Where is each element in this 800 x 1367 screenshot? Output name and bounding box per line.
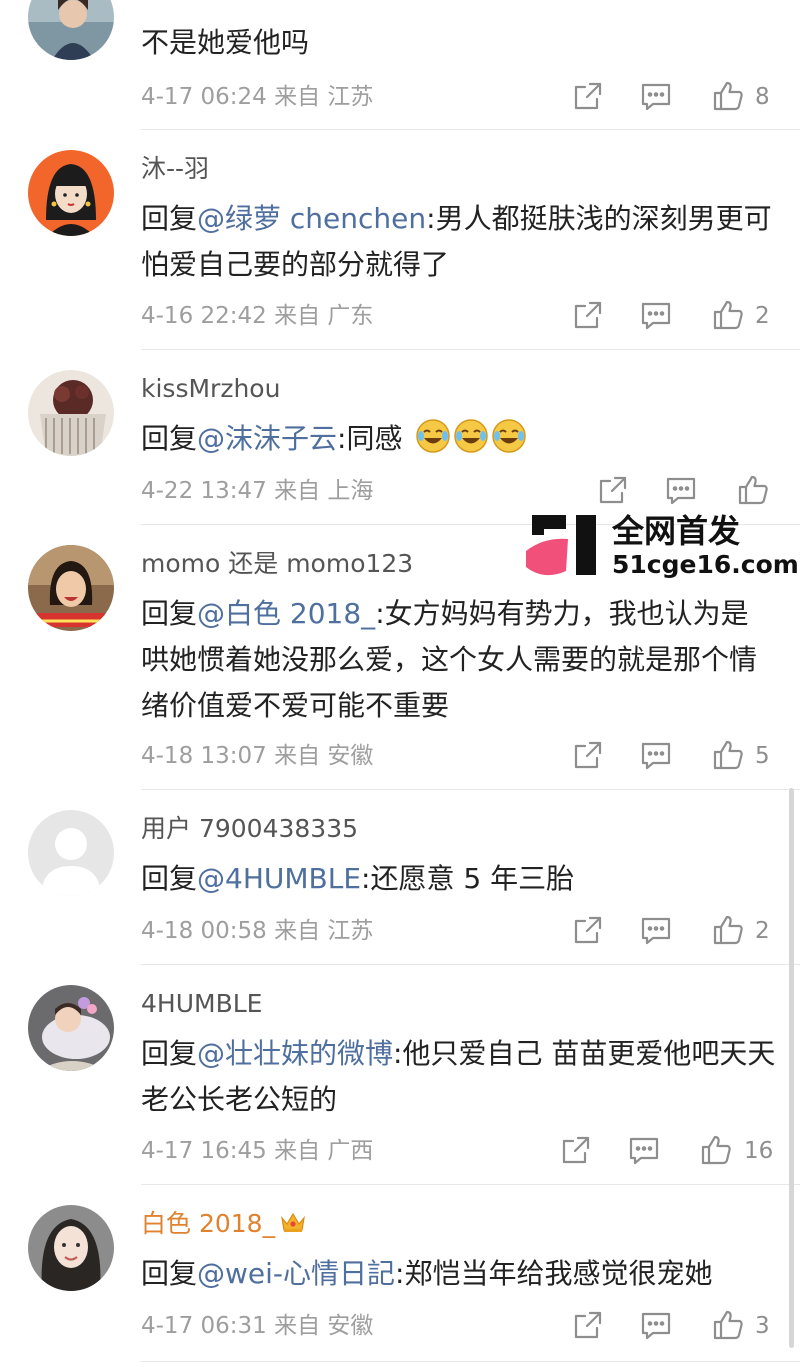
like-icon[interactable] [711, 738, 745, 772]
mention-link[interactable]: @壮壮妹的微博 [197, 1037, 393, 1070]
comment-username[interactable]: 用户 7900438335 [141, 814, 358, 844]
comment-username[interactable]: kissMrzhou [141, 374, 280, 404]
comment-text: 不是她爱他吗 [141, 20, 781, 66]
comment-item: 不是她爱他吗 4-17 06:24 来自 江苏 8 [0, 0, 800, 130]
mention-link[interactable]: @wei-心情日記 [197, 1257, 395, 1290]
comment-body: :同感 [337, 422, 403, 455]
avatar[interactable] [28, 810, 114, 896]
comment-meta: 4-18 13:07 来自 安徽 5 [141, 738, 781, 772]
comment-meta: 4-16 22:42 来自 广东 2 [141, 298, 781, 332]
comment-meta: 4-17 06:24 来自 江苏 8 [141, 79, 781, 113]
laughing-crying-emoji [415, 418, 451, 468]
comment-icon[interactable] [639, 1308, 673, 1342]
comment-time-location: 4-17 16:45 来自 广西 [141, 1138, 374, 1164]
comment-meta: 4-17 16:45 来自 广西 16 [141, 1133, 781, 1167]
comment-time-location: 4-22 13:47 来自 上海 [141, 478, 374, 504]
comment-meta: 4-22 13:47 来自 上海 [141, 473, 781, 507]
like-icon[interactable] [711, 1308, 745, 1342]
mention-link[interactable]: @沫沫子云 [197, 422, 337, 455]
crown-icon [279, 1210, 307, 1241]
like-count: 16 [744, 1138, 774, 1164]
share-icon[interactable] [559, 1133, 593, 1167]
watermark-title: 全网首发 [612, 512, 741, 550]
share-icon[interactable] [596, 473, 630, 507]
watermark-logo-icon [522, 511, 606, 583]
reply-prefix: 回复 [141, 1037, 198, 1070]
comment-feed: 不是她爱他吗 4-17 06:24 来自 江苏 8 沐--羽 回复@绿萝 che… [0, 0, 800, 1367]
like-icon[interactable] [736, 473, 770, 507]
mention-link[interactable]: @4HUMBLE [197, 862, 361, 895]
comment-body: :郑恺当年给我感觉很宠她 [395, 1257, 713, 1290]
comment-icon[interactable] [664, 473, 698, 507]
share-icon[interactable] [571, 738, 605, 772]
avatar[interactable] [28, 150, 114, 236]
mention-link[interactable]: @白色 2018_ [197, 597, 375, 630]
like-icon[interactable] [699, 1133, 733, 1167]
comment-username[interactable]: 沐--羽 [141, 154, 209, 184]
laughing-crying-emoji [491, 418, 527, 468]
share-icon[interactable] [571, 1308, 605, 1342]
comment-meta: 4-17 06:31 来自 安徽 3 [141, 1308, 781, 1342]
comment-text: 回复@绿萝 chenchen:男人都挺肤浅的深刻男更可怕爱自己要的部分就得了 [141, 196, 781, 288]
comment-icon[interactable] [639, 738, 673, 772]
comment-item: 4HUMBLE 回复@壮壮妹的微博:他只爱自己 苗苗更爱他吧天天老公长老公短的 … [0, 965, 800, 1185]
share-icon[interactable] [571, 298, 605, 332]
reply-prefix: 回复 [141, 422, 198, 455]
watermark-site: 51cge16.com [612, 550, 799, 579]
comment-text: 回复@沫沫子云:同感 [141, 416, 781, 468]
like-count: 3 [755, 1313, 770, 1339]
comment-body: 不是她爱他吗 [141, 26, 310, 59]
username-text: 白色 2018_ [141, 1209, 276, 1238]
comment-text: 回复@wei-心情日記:郑恺当年给我感觉很宠她 [141, 1251, 781, 1297]
comment-text: 回复@4HUMBLE:还愿意 5 年三胎 [141, 856, 781, 902]
comment-username[interactable]: 白色 2018_ [141, 1209, 307, 1241]
like-icon[interactable] [711, 913, 745, 947]
comment-item: 沐--羽 回复@绿萝 chenchen:男人都挺肤浅的深刻男更可怕爱自己要的部分… [0, 130, 800, 350]
scrollbar[interactable] [789, 788, 794, 1348]
avatar[interactable] [28, 1205, 114, 1291]
divider [141, 1361, 800, 1362]
like-count: 8 [755, 84, 770, 110]
comment-time-location: 4-17 06:24 来自 江苏 [141, 84, 374, 110]
comment-item: 用户 7900438335 回复@4HUMBLE:还愿意 5 年三胎 4-18 … [0, 790, 800, 965]
comment-time-location: 4-18 13:07 来自 安徽 [141, 743, 374, 769]
avatar[interactable] [28, 985, 114, 1071]
like-count: 2 [755, 918, 770, 944]
comment-time-location: 4-17 06:31 来自 安徽 [141, 1313, 374, 1339]
reply-prefix: 回复 [141, 597, 198, 630]
comment-time-location: 4-18 00:58 来自 江苏 [141, 918, 374, 944]
avatar[interactable] [28, 370, 114, 456]
avatar[interactable] [28, 0, 114, 60]
laughing-crying-emoji [453, 418, 489, 468]
comment-username[interactable]: 4HUMBLE [141, 989, 262, 1019]
mention-link[interactable]: @绿萝 chenchen [197, 202, 426, 235]
like-count: 2 [755, 303, 770, 329]
share-icon[interactable] [571, 913, 605, 947]
comment-icon[interactable] [639, 79, 673, 113]
comment-time-location: 4-16 22:42 来自 广东 [141, 303, 374, 329]
share-icon[interactable] [571, 79, 605, 113]
like-icon[interactable] [711, 79, 745, 113]
comment-icon[interactable] [639, 913, 673, 947]
watermark: 全网首发 51cge16.com [522, 511, 799, 583]
like-icon[interactable] [711, 298, 745, 332]
comment-item: 白色 2018_ 回复@wei-心情日記:郑恺当年给我感觉很宠她 4-17 06… [0, 1185, 800, 1367]
comment-body: :还愿意 5 年三胎 [361, 862, 575, 895]
comment-text: 回复@白色 2018_:女方妈妈有势力，我也认为是哄她惯着她没那么爱，这个女人需… [141, 591, 761, 729]
comment-icon[interactable] [627, 1133, 661, 1167]
comment-text: 回复@壮壮妹的微博:他只爱自己 苗苗更爱他吧天天老公长老公短的 [141, 1031, 781, 1123]
comment-icon[interactable] [639, 298, 673, 332]
reply-prefix: 回复 [141, 1257, 198, 1290]
comment-item: kissMrzhou 回复@沫沫子云:同感 4-22 13:47 来自 上海 [0, 350, 800, 525]
comment-meta: 4-18 00:58 来自 江苏 2 [141, 913, 781, 947]
like-count: 5 [755, 743, 770, 769]
reply-prefix: 回复 [141, 862, 198, 895]
avatar[interactable] [28, 545, 114, 631]
comment-username[interactable]: momo 还是 momo123 [141, 549, 413, 579]
reply-prefix: 回复 [141, 202, 198, 235]
